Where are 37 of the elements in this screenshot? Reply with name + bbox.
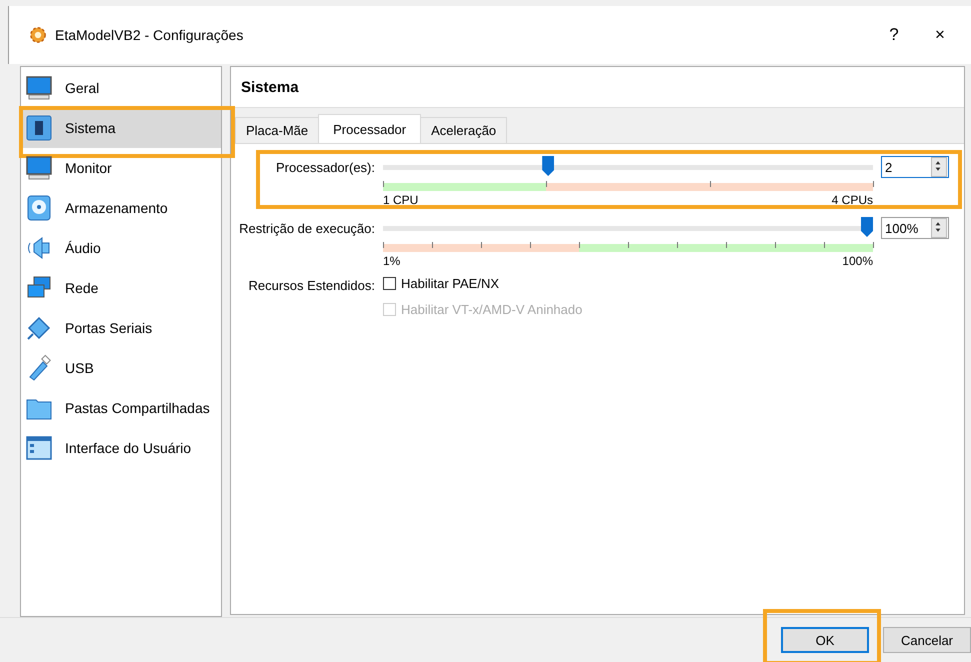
sidebar-item[interactable]: USB (21, 348, 221, 388)
min-label: 1 CPU (383, 193, 418, 207)
spin-box[interactable]: 2 (881, 156, 949, 178)
monitor-icon (25, 74, 53, 102)
field-label: Recursos Estendidos: (248, 278, 376, 293)
min-label: 1% (383, 254, 400, 268)
tab[interactable]: Placa-Mãe (235, 117, 320, 143)
checkbox-option[interactable]: Habilitar PAE/NX (383, 276, 582, 291)
max-label: 100% (842, 254, 873, 268)
sidebar-item[interactable]: Monitor (21, 148, 221, 188)
tab[interactable]: Aceleração (420, 117, 508, 143)
max-label: 4 CPUs (832, 193, 873, 207)
spin-box[interactable]: 100% (881, 217, 949, 239)
tab[interactable]: Processador (318, 114, 422, 143)
slider-thumb[interactable] (861, 217, 873, 237)
gear-icon (29, 26, 47, 44)
window-icon (25, 434, 53, 462)
help-button[interactable]: ? (871, 20, 917, 50)
sidebar-item[interactable]: Portas Seriais (21, 308, 221, 348)
monitor-icon (25, 154, 53, 182)
sidebar-item[interactable]: Armazenamento (21, 188, 221, 228)
ok-button[interactable]: OK (781, 627, 869, 653)
close-button[interactable]: × (917, 20, 963, 50)
sidebar-item[interactable]: Pastas Compartilhadas (21, 388, 221, 428)
sidebar-item[interactable]: Sistema (21, 108, 221, 148)
slider-thumb[interactable] (542, 156, 554, 176)
connector-icon (25, 314, 53, 342)
field-label: Restrição de execução: (238, 221, 376, 236)
chip-icon (25, 114, 53, 142)
cancel-button[interactable]: Cancelar (883, 627, 971, 653)
sidebar-item[interactable]: Interface do Usuário (21, 428, 221, 468)
sidebar-item[interactable]: Áudio (21, 228, 221, 268)
window-title: EtaModelVB2 - Configurações (55, 27, 244, 43)
field-label: Processador(es): (275, 160, 376, 175)
sidebar-item[interactable]: Rede (21, 268, 221, 308)
page-title: Sistema (241, 78, 299, 96)
sidebar-item[interactable]: Geral (21, 68, 221, 108)
